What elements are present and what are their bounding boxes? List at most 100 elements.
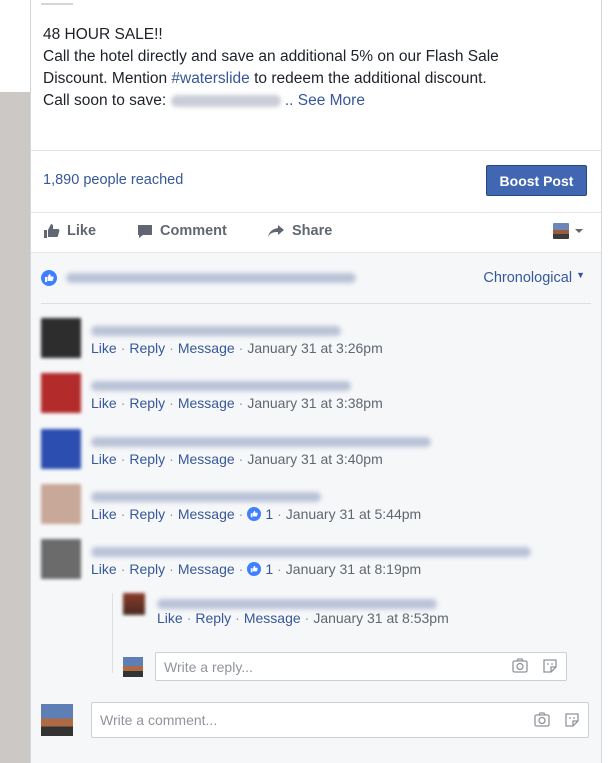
comment-input[interactable]: Write a comment...	[91, 702, 589, 738]
reply-composer: Write a reply...	[123, 652, 568, 681]
page-avatar	[553, 223, 569, 239]
people-reached-link[interactable]: 1,890 people reached	[43, 172, 183, 188]
comment-timestamp[interactable]: January 31 at 3:38pm	[247, 395, 382, 411]
comment-like-count[interactable]: 1	[265, 506, 273, 522]
post-line-2-end: to redeem the additional discount.	[249, 70, 487, 87]
comment-message-link[interactable]: Message	[178, 451, 235, 467]
comment-item: Like · Reply · Message · 1 · January 31 at 5…	[41, 484, 591, 534]
comments-section: Chronological ▼ Like · Reply · Message · Ja…	[31, 252, 601, 763]
caret-down-icon	[575, 229, 583, 233]
comment-composer: Write a comment...	[41, 702, 589, 740]
post-line-3: Call soon to save: .. See More	[43, 90, 593, 112]
like-reaction-icon	[41, 270, 57, 286]
post-line-2: Discount. Mention #waterslide to redeem …	[43, 68, 593, 90]
comment-reply-link[interactable]: Reply	[129, 506, 165, 522]
comment-timestamp[interactable]: January 31 at 3:40pm	[247, 451, 382, 467]
comment-like-link[interactable]: Like	[91, 340, 117, 356]
like-count-icon	[247, 507, 262, 521]
caret-down-icon: ▼	[576, 270, 585, 280]
comment-placeholder: Write a comment...	[100, 712, 218, 728]
like-count-icon	[247, 562, 262, 576]
redacted-comment-text	[91, 489, 321, 507]
sort-dropdown[interactable]: Chronological ▼	[483, 270, 585, 286]
hashtag-link[interactable]: #waterslide	[171, 70, 249, 87]
comment-label: Comment	[160, 223, 227, 239]
reply-message-link[interactable]: Message	[244, 610, 301, 626]
redacted-comment-text	[91, 378, 351, 396]
redacted-likers	[66, 273, 356, 283]
comment-message-link[interactable]: Message	[178, 561, 235, 577]
reply-placeholder: Write a reply...	[164, 659, 253, 675]
page-avatar	[41, 704, 73, 736]
comment-actions: Like · Reply · Message · January 31 at 3:26…	[91, 340, 383, 356]
sticker-icon[interactable]	[564, 712, 580, 728]
redacted-comment-text	[91, 544, 531, 562]
comment-item: Like · Reply · Message · January 31 at 3:26…	[41, 318, 591, 368]
comment-reply-link[interactable]: Reply	[129, 340, 165, 356]
comment-item: Like · Reply · Message · January 31 at 3:40…	[41, 429, 591, 479]
post-line-2-start: Discount. Mention	[43, 70, 172, 87]
comment-reply-link[interactable]: Reply	[129, 561, 165, 577]
camera-icon[interactable]	[534, 712, 550, 727]
reply-reply-link[interactable]: Reply	[195, 610, 231, 626]
post-line-1: Call the hotel directly and save an addi…	[43, 48, 499, 65]
comment-message-link[interactable]: Message	[178, 506, 235, 522]
comment-icon	[138, 224, 152, 238]
comment-item: Like · Reply · Message · 1 · January 31 at 8…	[41, 539, 591, 589]
reply-thread-line	[112, 593, 113, 673]
like-button[interactable]: Like	[43, 223, 96, 239]
reply-like-link[interactable]: Like	[157, 610, 183, 626]
comment-actions: Like · Reply · Message · 1 · January 31 at 8…	[91, 561, 422, 577]
reply-item: Like · Reply · Message · January 31 at 8:53…	[123, 593, 583, 633]
boost-post-button[interactable]: Boost Post	[486, 165, 587, 196]
camera-icon[interactable]	[512, 658, 528, 673]
comment-item: Like · Reply · Message · January 31 at 3:38…	[41, 373, 591, 423]
post-title: 48 HOUR SALE!!	[43, 26, 163, 43]
comment-like-link[interactable]: Like	[91, 451, 117, 467]
avatar[interactable]	[41, 484, 81, 524]
comment-message-link[interactable]: Message	[178, 340, 235, 356]
comment-timestamp[interactable]: January 31 at 5:44pm	[286, 506, 421, 522]
avatar[interactable]	[41, 318, 81, 358]
likes-summary[interactable]	[41, 270, 356, 286]
reply-actions: Like · Reply · Message · January 31 at 8:53…	[157, 610, 449, 626]
reply-timestamp[interactable]: January 31 at 8:53pm	[313, 610, 448, 626]
comment-actions: Like · Reply · Message · January 31 at 3:38…	[91, 395, 383, 411]
comment-button[interactable]: Comment	[137, 223, 227, 239]
comment-like-link[interactable]: Like	[91, 395, 117, 411]
comment-reply-link[interactable]: Reply	[129, 395, 165, 411]
header-stub	[41, 3, 73, 5]
share-icon	[268, 225, 284, 237]
share-label: Share	[292, 223, 333, 239]
redacted-comment-text	[91, 323, 341, 341]
sticker-icon[interactable]	[542, 658, 558, 674]
avatar[interactable]	[41, 429, 81, 469]
avatar[interactable]	[123, 593, 145, 615]
post-body: 48 HOUR SALE!! Call the hotel directly a…	[43, 24, 593, 112]
avatar[interactable]	[41, 539, 81, 579]
thumbs-up-icon	[44, 224, 60, 238]
page-switcher[interactable]	[553, 223, 585, 239]
see-more-link[interactable]: .. See More	[285, 92, 365, 109]
like-label: Like	[67, 223, 97, 239]
share-button[interactable]: Share	[267, 223, 332, 239]
divider	[41, 303, 591, 304]
action-bar: Like Comment Share	[31, 212, 601, 252]
comment-reply-link[interactable]: Reply	[129, 451, 165, 467]
sort-label: Chronological	[483, 270, 573, 286]
avatar[interactable]	[41, 373, 81, 413]
comment-message-link[interactable]: Message	[178, 395, 235, 411]
reply-input[interactable]: Write a reply...	[155, 652, 567, 681]
comment-timestamp[interactable]: January 31 at 8:19pm	[286, 561, 421, 577]
post-line-3-start: Call soon to save:	[43, 92, 171, 109]
comment-like-link[interactable]: Like	[91, 506, 117, 522]
comment-like-count[interactable]: 1	[265, 561, 273, 577]
comment-like-link[interactable]: Like	[91, 561, 117, 577]
redacted-comment-text	[91, 434, 431, 452]
comment-timestamp[interactable]: January 31 at 3:26pm	[247, 340, 382, 356]
divider	[31, 150, 601, 151]
page-avatar	[123, 657, 143, 677]
comment-actions: Like · Reply · Message · January 31 at 3:40…	[91, 451, 383, 467]
comment-actions: Like · Reply · Message · 1 · January 31 at 5…	[91, 506, 422, 522]
redacted-phone	[170, 94, 281, 107]
